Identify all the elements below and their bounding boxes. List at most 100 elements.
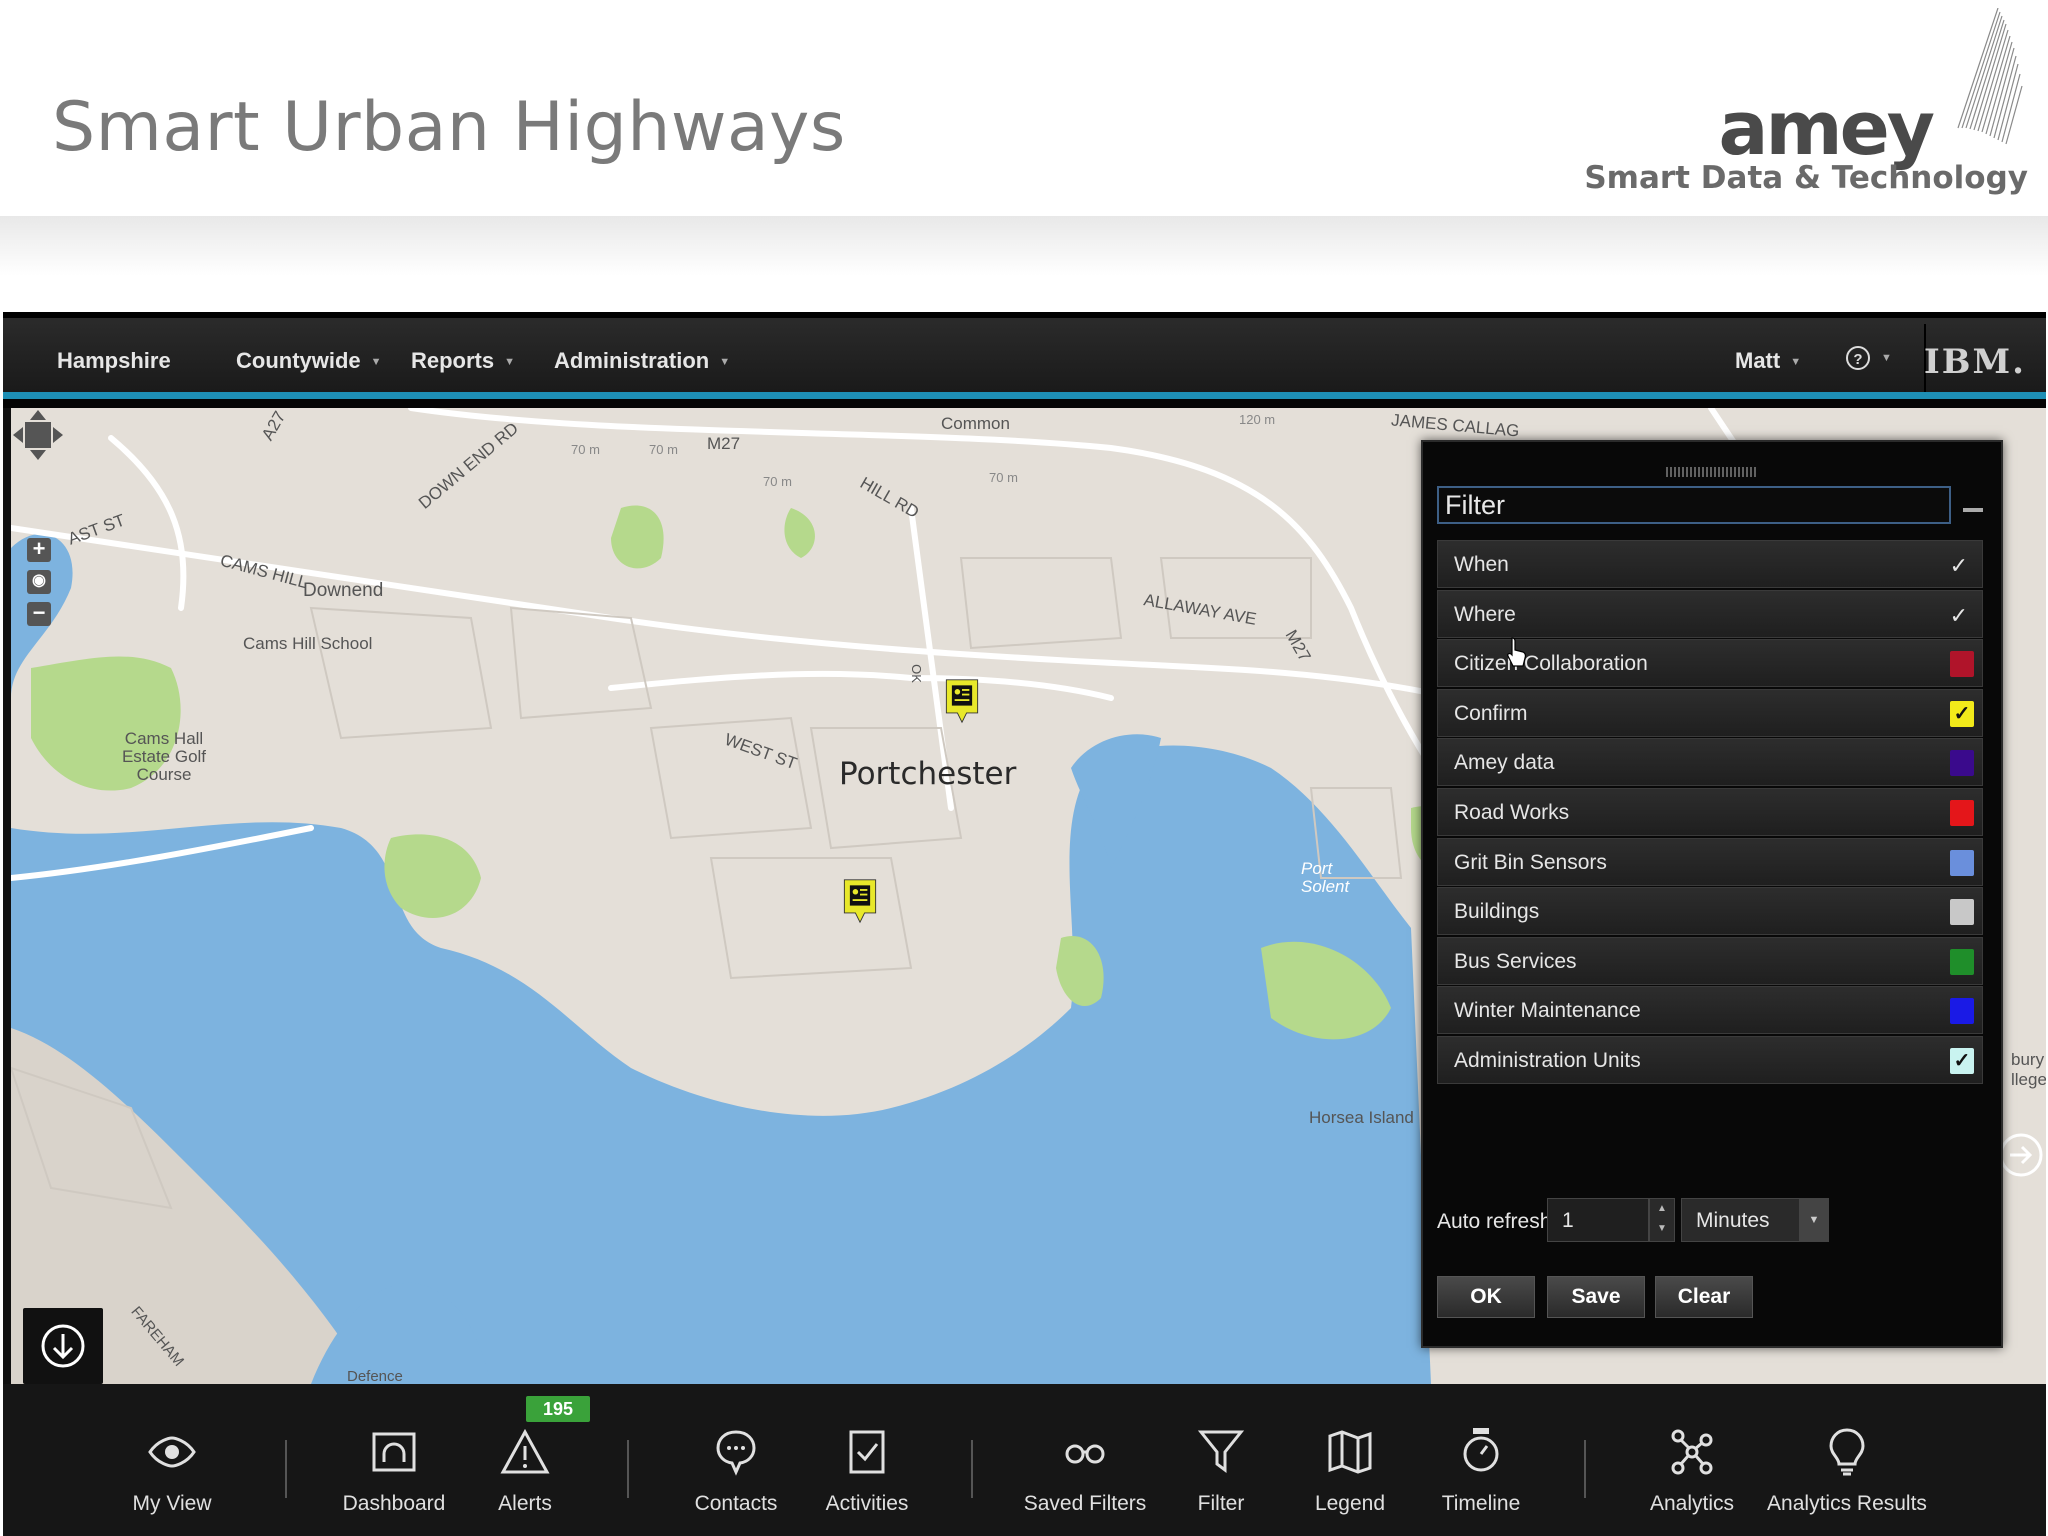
toolbar-analytics[interactable]: Analytics bbox=[1617, 1426, 1767, 1516]
toolbar-activities[interactable]: Activities bbox=[792, 1426, 942, 1516]
slide-header: Smart Urban Highways amey Smart Data & T… bbox=[0, 0, 2048, 216]
stopwatch-icon bbox=[1463, 1428, 1499, 1472]
toolbar-legend[interactable]: Legend bbox=[1275, 1426, 1425, 1516]
chevron-down-icon: ▼ bbox=[1881, 352, 1892, 365]
toolbar-filter[interactable]: Filter bbox=[1146, 1426, 1296, 1516]
chevron-down-icon: ▼ bbox=[370, 356, 382, 369]
map-label-downend: Downend bbox=[303, 580, 384, 601]
color-swatch[interactable] bbox=[1950, 998, 1974, 1025]
filter-item-buildings[interactable]: Buildings bbox=[1437, 887, 1983, 936]
chevron-down-icon[interactable]: ▼ bbox=[1799, 1198, 1829, 1242]
next-page-icon[interactable] bbox=[1996, 1130, 2046, 1180]
header-shadow bbox=[0, 216, 2048, 276]
download-button[interactable] bbox=[23, 1308, 103, 1384]
auto-refresh-input[interactable]: 1 bbox=[1547, 1198, 1649, 1242]
checklist-icon bbox=[849, 1430, 885, 1474]
map-label-defence: Defence bbox=[347, 1368, 403, 1384]
globe-icon[interactable]: ◉ bbox=[27, 570, 51, 594]
checkmark-icon: ✓ bbox=[1949, 553, 1968, 578]
map-label-portchester: Portchester bbox=[839, 756, 1017, 792]
map-label-horsea-island: Horsea Island bbox=[1309, 1108, 1414, 1127]
toolbar-dashboard[interactable]: Dashboard bbox=[319, 1426, 469, 1516]
pan-control-icon[interactable] bbox=[11, 408, 65, 462]
color-swatch[interactable] bbox=[1950, 799, 1974, 826]
toolbar-timeline[interactable]: Timeline bbox=[1406, 1426, 1556, 1516]
user-menu[interactable]: Matt ▼ bbox=[1735, 348, 1801, 374]
map-label-contour: 70 m bbox=[571, 442, 600, 457]
hand-cursor-icon bbox=[1507, 637, 1526, 667]
chevron-down-icon: ▼ bbox=[719, 356, 731, 369]
map-label-ok: OK bbox=[908, 664, 924, 683]
citizen-report-marker-icon[interactable] bbox=[943, 678, 981, 724]
color-swatch[interactable]: ✓ bbox=[1950, 1047, 1974, 1074]
lightbulb-icon bbox=[1829, 1428, 1865, 1476]
filter-item-grit-bin-sensors[interactable]: Grit Bin Sensors bbox=[1437, 837, 1983, 886]
map-label-llege: llege bbox=[2011, 1070, 2046, 1089]
map-label-contour: 120 m bbox=[1239, 412, 1276, 427]
citizen-report-marker-icon[interactable] bbox=[841, 878, 879, 924]
auto-refresh-stepper[interactable]: ▲ ▼ bbox=[1649, 1198, 1675, 1242]
bottom-toolbar: My View Dashboard 195 Alerts Contacts Ac… bbox=[3, 1384, 2046, 1536]
clear-button[interactable]: Clear bbox=[1655, 1276, 1753, 1318]
eye-icon bbox=[148, 1436, 196, 1468]
filter-title-input[interactable]: Filter bbox=[1437, 486, 1951, 524]
toolbar-saved-filters[interactable]: Saved Filters bbox=[1010, 1426, 1160, 1516]
filter-item-confirm[interactable]: Confirm ✓ bbox=[1437, 688, 1983, 737]
toolbar-separator bbox=[1584, 1440, 1586, 1498]
toolbar-alerts[interactable]: Alerts bbox=[450, 1426, 600, 1516]
color-swatch[interactable] bbox=[1950, 899, 1974, 926]
color-swatch[interactable] bbox=[1950, 750, 1974, 777]
color-swatch[interactable] bbox=[1950, 651, 1974, 678]
map-label-cams-hill-school: Cams Hill School bbox=[243, 634, 373, 653]
svg-text:?: ? bbox=[1853, 351, 1862, 368]
map-label-m27: M27 bbox=[707, 434, 741, 453]
filter-item-where[interactable]: Where ✓ bbox=[1437, 589, 1983, 638]
ok-button[interactable]: OK bbox=[1437, 1276, 1535, 1318]
toolbar-contacts[interactable]: Contacts bbox=[661, 1426, 811, 1516]
question-circle-icon: ? bbox=[1846, 346, 1870, 371]
map-label-port-solent: Port Solent bbox=[1301, 859, 1350, 896]
filter-item-administration-units[interactable]: Administration Units ✓ bbox=[1437, 1035, 1983, 1084]
toolbar-separator bbox=[285, 1440, 287, 1498]
map-label-contour: 70 m bbox=[763, 474, 792, 489]
slide-title: Smart Urban Highways bbox=[52, 88, 846, 167]
filter-item-winter-maintenance[interactable]: Winter Maintenance bbox=[1437, 986, 1983, 1035]
filter-item-bus-services[interactable]: Bus Services bbox=[1437, 936, 1983, 985]
color-swatch[interactable]: ✓ bbox=[1950, 700, 1974, 727]
minimize-button[interactable] bbox=[1963, 508, 1983, 512]
map-icon bbox=[1328, 1430, 1372, 1474]
toolbar-separator bbox=[971, 1440, 973, 1498]
help-menu[interactable]: ? ▼ bbox=[1845, 344, 1892, 371]
network-icon bbox=[1671, 1429, 1713, 1475]
funnel-icon bbox=[1197, 1430, 1245, 1473]
color-swatch[interactable] bbox=[1950, 849, 1974, 876]
logo-tagline: Smart Data & Technology bbox=[1584, 160, 2028, 196]
accent-shadow bbox=[3, 399, 2046, 408]
alert-triangle-icon bbox=[500, 1428, 550, 1474]
glasses-icon bbox=[1065, 1444, 1105, 1464]
zoom-out-button[interactable]: − bbox=[27, 602, 51, 626]
drag-handle[interactable] bbox=[1666, 467, 1756, 477]
toolbar-my-view[interactable]: My View bbox=[97, 1426, 247, 1516]
alerts-count-badge: 195 bbox=[526, 1396, 590, 1422]
zoom-in-button[interactable]: + bbox=[27, 538, 51, 562]
filter-item-road-works[interactable]: Road Works bbox=[1437, 787, 1983, 836]
nav-reports[interactable]: Reports ▼ bbox=[411, 348, 515, 374]
save-button[interactable]: Save bbox=[1547, 1276, 1645, 1318]
nav-administration[interactable]: Administration ▼ bbox=[554, 348, 730, 374]
filter-item-amey-data[interactable]: Amey data bbox=[1437, 738, 1983, 787]
toolbar-analytics-results[interactable]: Analytics Results bbox=[1767, 1426, 1927, 1516]
chat-bubble-icon bbox=[716, 1430, 756, 1476]
filter-panel: Filter When ✓ Where ✓ Citizen Collaborat… bbox=[1421, 440, 2003, 1348]
map-label-cams-hall: Cams Hall Estate Golf Course bbox=[121, 729, 207, 784]
filter-item-when[interactable]: When ✓ bbox=[1437, 540, 1983, 588]
auto-refresh-label: Auto refresh: bbox=[1437, 1210, 1558, 1233]
nav-countywide[interactable]: Countywide ▼ bbox=[236, 348, 382, 374]
chevron-down-icon: ▼ bbox=[504, 356, 516, 369]
ibm-logo: IBM. bbox=[1923, 342, 2026, 382]
map-label-contour: 70 m bbox=[649, 442, 678, 457]
nav-hampshire[interactable]: Hampshire bbox=[57, 348, 171, 374]
color-swatch[interactable] bbox=[1950, 948, 1974, 975]
map-label-contour: 70 m bbox=[989, 470, 1018, 485]
arrow-down-circle-icon bbox=[41, 1324, 85, 1368]
